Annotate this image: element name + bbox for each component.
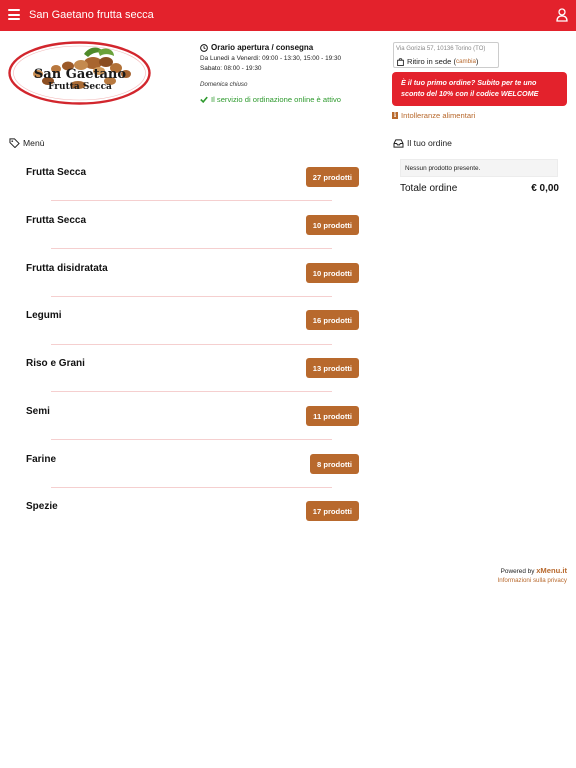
category-name: Farine bbox=[26, 454, 57, 465]
category-item[interactable]: Frutta Secca 10 prodotti bbox=[26, 215, 359, 235]
category-item[interactable]: Semi 11 prodotti bbox=[26, 406, 359, 426]
change-mode-link[interactable]: cambia bbox=[456, 58, 476, 65]
category-name: Frutta Secca bbox=[26, 167, 87, 178]
category-count-button[interactable]: 10 prodotti bbox=[305, 263, 359, 283]
category-item[interactable]: Farine 8 prodotti bbox=[26, 454, 359, 474]
inbox-icon bbox=[393, 138, 404, 148]
tag-icon bbox=[9, 138, 20, 148]
divider bbox=[51, 248, 332, 249]
category-name: Legumi bbox=[26, 310, 62, 321]
intolerances-link[interactable]: i Intolleranze alimentari bbox=[392, 111, 475, 120]
category-name: Spezie bbox=[26, 501, 58, 512]
clock-icon bbox=[200, 43, 208, 52]
powered-by-label: Powered by bbox=[500, 568, 535, 575]
divider bbox=[51, 344, 332, 345]
promo-banner: È il tuo primo ordine? Subito per te uno… bbox=[392, 72, 567, 106]
order-heading: Il tuo ordine bbox=[393, 138, 452, 148]
divider bbox=[51, 487, 332, 488]
delivery-box: Via Gorizia 57, 10136 Torino (TO) Ritiro… bbox=[393, 42, 499, 68]
top-bar: San Gaetano frutta secca bbox=[0, 0, 576, 31]
order-empty-message: Nessun prodotto presente. bbox=[400, 159, 558, 177]
category-item[interactable]: Riso e Grani 13 prodotti bbox=[26, 358, 359, 378]
order-total-label: Totale ordine bbox=[400, 183, 458, 194]
hours-weekday: Da Lunedì a Venerdì: 09:00 - 13:30, 15:0… bbox=[200, 55, 342, 62]
opening-hours: Orario apertura / consegna Da Lunedì a V… bbox=[200, 43, 380, 104]
menu-heading-label: Menù bbox=[23, 138, 45, 148]
category-count-button[interactable]: 16 prodotti bbox=[305, 310, 359, 330]
category-count-button[interactable]: 17 prodotti bbox=[305, 501, 359, 521]
category-item[interactable]: Spezie 17 prodotti bbox=[26, 501, 359, 521]
logo-line2: Frutta Secca bbox=[48, 82, 112, 92]
page-title: San Gaetano frutta secca bbox=[29, 9, 154, 21]
user-icon[interactable] bbox=[556, 8, 568, 22]
pickup-mode: Ritiro in sede bbox=[407, 57, 452, 66]
order-total-value: € 0,00 bbox=[531, 183, 559, 194]
brand-link[interactable]: xMenu.it bbox=[536, 566, 567, 575]
category-name: Riso e Grani bbox=[26, 358, 85, 369]
hours-closed: Domenica chiuso bbox=[200, 81, 248, 88]
divider bbox=[51, 200, 332, 201]
divider bbox=[51, 391, 332, 392]
info-icon: i bbox=[392, 112, 398, 119]
order-heading-label: Il tuo ordine bbox=[407, 138, 452, 148]
privacy-link[interactable]: Informazioni sulla privacy bbox=[498, 577, 567, 584]
category-count-button[interactable]: 13 prodotti bbox=[305, 358, 359, 378]
divider bbox=[51, 439, 332, 440]
shopping-bag-icon bbox=[397, 57, 404, 66]
category-count-button[interactable]: 11 prodotti bbox=[306, 406, 359, 426]
category-count-button[interactable]: 8 prodotti bbox=[309, 454, 359, 474]
category-item[interactable]: Frutta disidratata 10 prodotti bbox=[26, 263, 359, 283]
category-item[interactable]: Frutta Secca 27 prodotti bbox=[26, 167, 359, 187]
store-address: Via Gorizia 57, 10136 Torino (TO) bbox=[396, 46, 486, 52]
menu-heading: Menù bbox=[9, 138, 45, 148]
logo-line1: San Gaetano bbox=[34, 67, 126, 82]
category-count-button[interactable]: 10 prodotti bbox=[305, 215, 359, 235]
category-count-button[interactable]: 27 prodotti bbox=[305, 167, 359, 187]
hours-saturday: Sabato: 08:00 - 19:30 bbox=[200, 65, 262, 72]
hamburger-icon[interactable] bbox=[8, 9, 20, 20]
check-icon bbox=[200, 96, 208, 103]
intolerances-label: Intolleranze alimentari bbox=[401, 111, 476, 120]
divider bbox=[51, 296, 332, 297]
category-name: Frutta disidratata bbox=[26, 263, 108, 274]
category-name: Semi bbox=[26, 406, 50, 417]
hours-title: Orario apertura / consegna bbox=[211, 43, 314, 52]
service-status: Il servizio di ordinazione online è atti… bbox=[211, 95, 342, 104]
powered-by: Powered by xMenu.it bbox=[501, 566, 567, 575]
category-name: Frutta Secca bbox=[26, 215, 87, 226]
logo: San Gaetano Frutta Secca bbox=[8, 41, 151, 105]
category-item[interactable]: Legumi 16 prodotti bbox=[26, 310, 359, 330]
